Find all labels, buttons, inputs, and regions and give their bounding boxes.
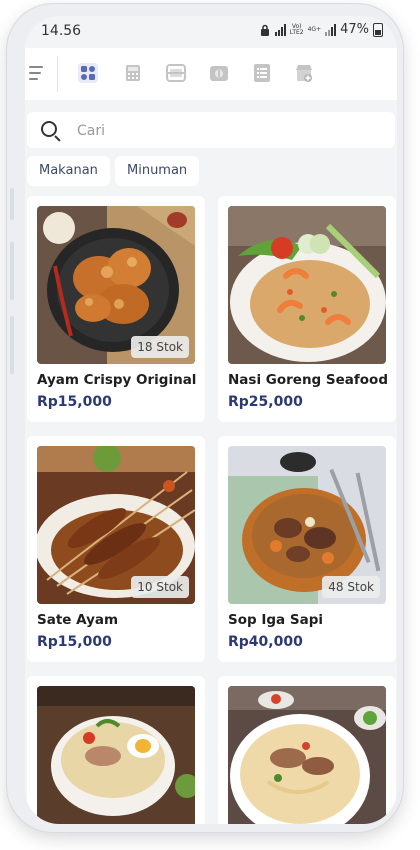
all-categories-icon[interactable] (77, 62, 99, 84)
product-price: Rp15,000 (37, 394, 112, 410)
signal-icon (274, 23, 286, 36)
lock-icon (260, 24, 269, 36)
chip-minuman[interactable]: Minuman (115, 156, 200, 186)
toolbar-divider (57, 56, 58, 92)
product-name: Sate Ayam (37, 612, 119, 628)
signal-icon-2 (325, 23, 337, 36)
product-price: Rp25,000 (228, 394, 303, 410)
stock-badge: 48 Stok (322, 576, 380, 598)
pos-icon[interactable] (122, 62, 144, 84)
product-card[interactable] (27, 676, 205, 824)
search-icon (41, 121, 57, 137)
side-button (10, 242, 14, 300)
product-card[interactable]: 18 Stok Ayam Crispy Original Rp15,000 (27, 196, 205, 422)
product-image: 10 Stok (37, 446, 195, 604)
product-price: Rp15,000 (37, 634, 112, 650)
product-image: 18 Stok (37, 206, 195, 364)
network-gen-label: 4G+ (307, 25, 322, 33)
network-label: Vo) LTE2 (289, 22, 304, 36)
phone-frame: 14.56 Vo) LTE2 4G+ 47% Cari Makanan Minu… (7, 4, 403, 832)
search-bar (27, 112, 395, 148)
scanner-icon[interactable] (165, 62, 187, 84)
product-name: Sop Iga Sapi (228, 612, 323, 628)
finance-icon[interactable] (208, 62, 230, 84)
product-name: Nasi Goreng Seafood (228, 372, 388, 388)
product-card[interactable]: 48 Stok Sop Iga Sapi Rp40,000 (218, 436, 396, 662)
status-time: 14.56 (41, 23, 82, 39)
side-button (10, 316, 14, 374)
product-price: Rp40,000 (228, 634, 303, 650)
product-image (228, 206, 386, 364)
product-name: Ayam Crispy Original (37, 372, 197, 388)
product-card[interactable]: 10 Stok Sate Ayam Rp15,000 (27, 436, 205, 662)
status-bar: 14.56 Vo) LTE2 4G+ 47% (25, 16, 397, 46)
stock-badge: 10 Stok (131, 576, 189, 598)
noodle-soup-image (228, 686, 386, 824)
chicken-soup-image (37, 686, 195, 824)
product-card[interactable] (218, 676, 396, 824)
menu-icon[interactable] (29, 66, 45, 80)
product-image: 48 Stok (228, 446, 386, 604)
battery-percent: 47% (340, 22, 369, 37)
search-input[interactable] (75, 118, 379, 144)
chip-makanan[interactable]: Makanan (27, 156, 110, 186)
store-icon[interactable] (293, 62, 315, 84)
app-screen: 14.56 Vo) LTE2 4G+ 47% Cari Makanan Minu… (25, 16, 397, 824)
battery-icon (373, 22, 383, 37)
fried-rice-image (228, 206, 386, 364)
list-icon[interactable] (251, 62, 273, 84)
side-button (10, 188, 14, 220)
product-card[interactable]: Nasi Goreng Seafood Rp25,000 (218, 196, 396, 422)
top-toolbar (25, 48, 397, 100)
product-image (37, 686, 195, 824)
product-image (228, 686, 386, 824)
status-icons: Vo) LTE2 4G+ 47% (259, 22, 383, 37)
stock-badge: 18 Stok (131, 336, 189, 358)
